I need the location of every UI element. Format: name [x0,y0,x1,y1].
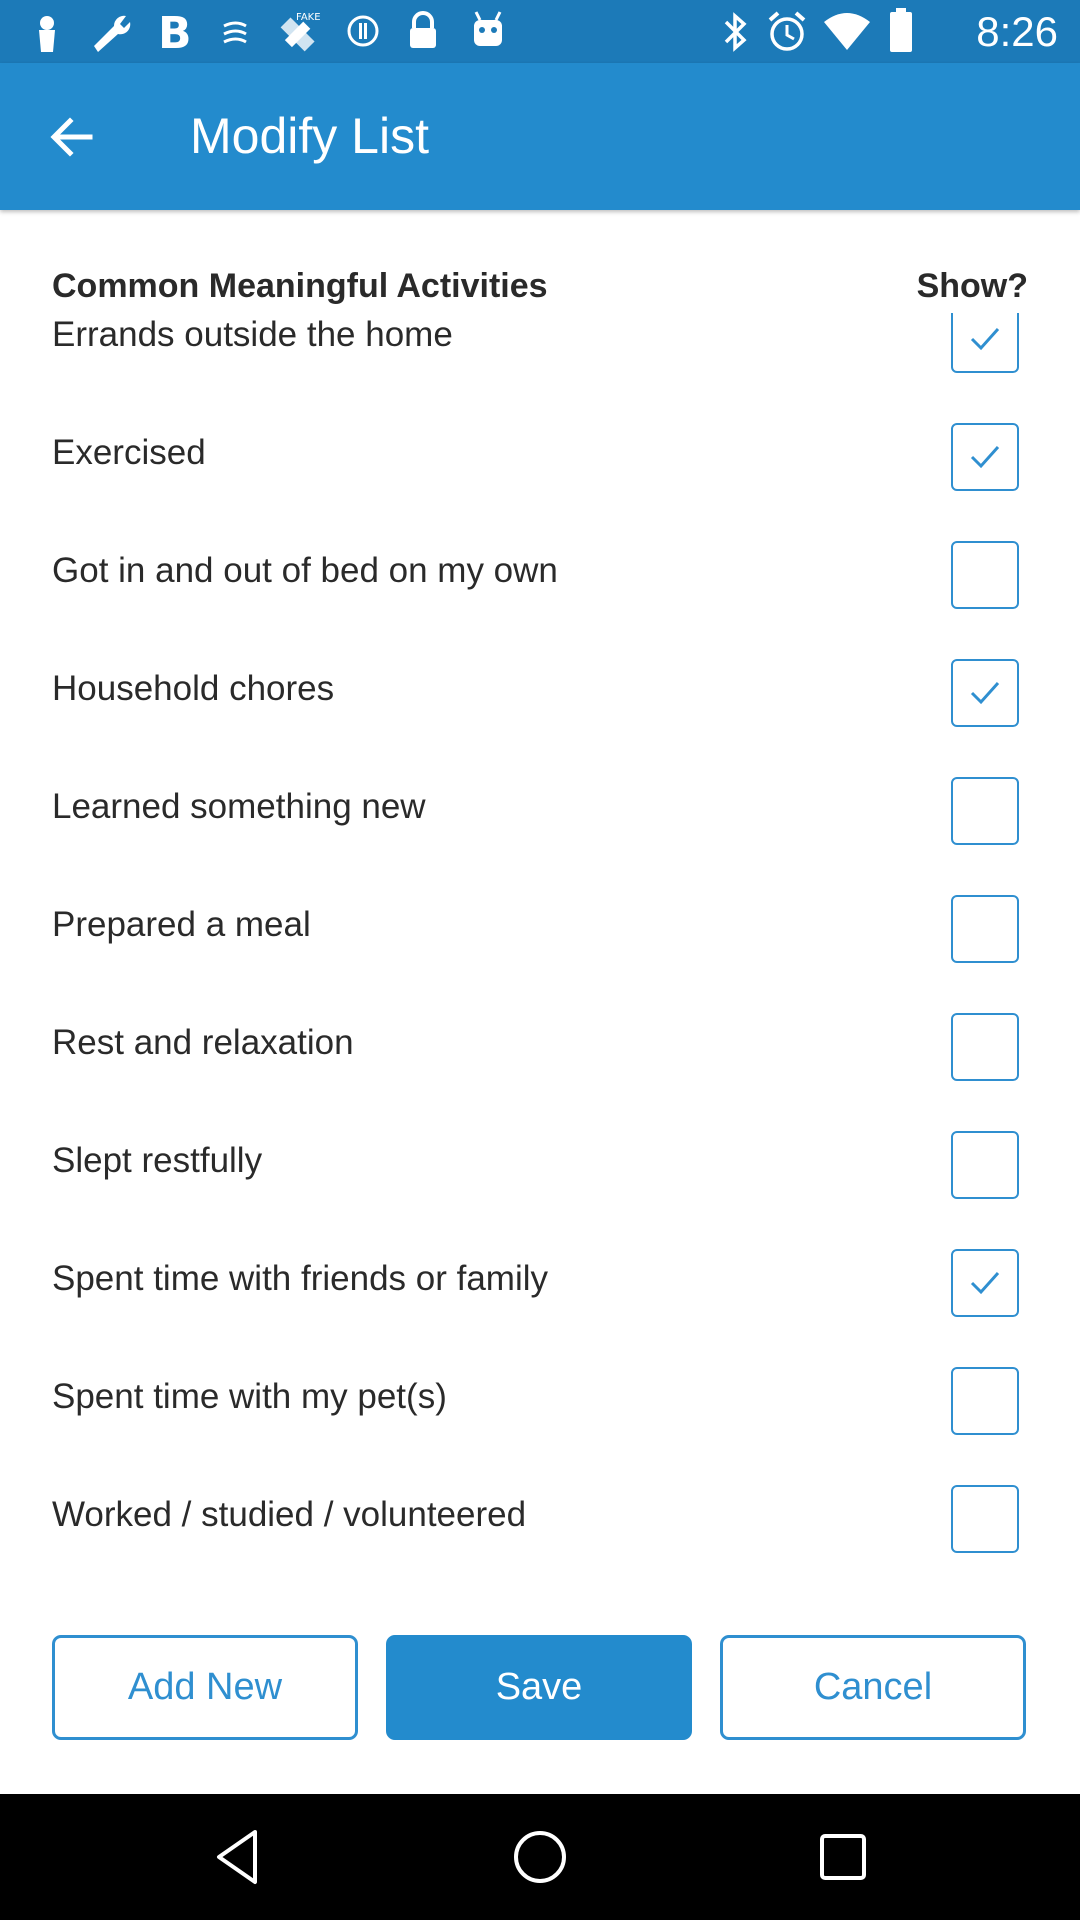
list-item: Worked / studied / volunteered [0,1461,1080,1575]
list-item: Exercised [0,399,1080,517]
battery-icon [890,8,912,52]
list-item: Spent time with friends or family [0,1225,1080,1343]
activity-list[interactable]: Errands outside the home Exercised Got i… [0,313,1080,1575]
checkmark-icon [970,1271,1000,1295]
checkmark-icon [970,445,1000,469]
svg-text:B: B [158,10,192,54]
status-bar: B FAKE 8:26 [0,0,1080,63]
list-item: Prepared a meal [0,871,1080,989]
lock-icon [410,11,436,48]
list-item-label: Prepared a meal [52,905,311,944]
status-time: 8:26 [976,8,1058,55]
fake-gps-icon: FAKE [280,12,321,52]
list-item-label: Household chores [52,669,335,708]
system-nav-bar [0,1794,1080,1920]
list-item: Slept restfully [0,1107,1080,1225]
back-button[interactable] [40,105,104,169]
show-checkbox[interactable] [951,541,1019,609]
cancel-button[interactable]: Cancel [720,1635,1026,1740]
checkmark-icon [970,327,1000,351]
list-item: Learned something new [0,753,1080,871]
add-new-button[interactable]: Add New [52,1635,358,1740]
recents-square-icon[interactable] [808,1822,878,1892]
wifi-icon [824,13,870,50]
app-bar: Modify List [0,63,1080,210]
alarm-icon [768,11,806,51]
swipe-icon [223,21,247,44]
show-checkbox[interactable] [951,659,1019,727]
list-item-label: Worked / studied / volunteered [52,1495,527,1534]
list-item-label: Errands outside the home [52,315,453,354]
list-item: Got in and out of bed on my own [0,517,1080,635]
show-checkbox[interactable] [951,313,1019,373]
list-header-label: Common Meaningful Activities [52,267,548,305]
list-item: Rest and relaxation [0,989,1080,1107]
list-item: Household chores [0,635,1080,753]
list-header-show: Show? [916,267,1028,305]
bold-b-icon: B [158,10,192,54]
bluetooth-icon [724,12,747,52]
list-item-label: Spent time with my pet(s) [52,1377,447,1416]
checkmark-icon [970,681,1000,705]
back-triangle-icon[interactable] [203,1822,273,1892]
show-checkbox[interactable] [951,1131,1019,1199]
arrow-left-icon [50,117,93,157]
show-checkbox[interactable] [951,1249,1019,1317]
circle-info-icon [347,15,379,47]
list-item: Errands outside the home [0,313,1080,399]
list-item-label: Slept restfully [52,1141,263,1180]
show-checkbox[interactable] [951,1367,1019,1435]
list-item-label: Learned something new [52,787,426,826]
wrench-icon [94,15,131,53]
list-item-label: Got in and out of bed on my own [52,551,558,590]
list-item-label: Spent time with friends or family [52,1259,549,1298]
home-circle-icon[interactable] [505,1822,575,1892]
list-item: Spent time with my pet(s) [0,1343,1080,1461]
save-button[interactable]: Save [386,1635,692,1740]
show-checkbox[interactable] [951,895,1019,963]
notification-icon [39,16,55,52]
list-item-label: Exercised [52,433,206,472]
show-checkbox[interactable] [951,423,1019,491]
show-checkbox[interactable] [951,1485,1019,1553]
list-item-label: Rest and relaxation [52,1023,354,1062]
show-checkbox[interactable] [951,1013,1019,1081]
android-icon [474,11,502,46]
show-checkbox[interactable] [951,777,1019,845]
svg-text:FAKE: FAKE [296,12,321,23]
page-title: Modify List [190,108,429,164]
